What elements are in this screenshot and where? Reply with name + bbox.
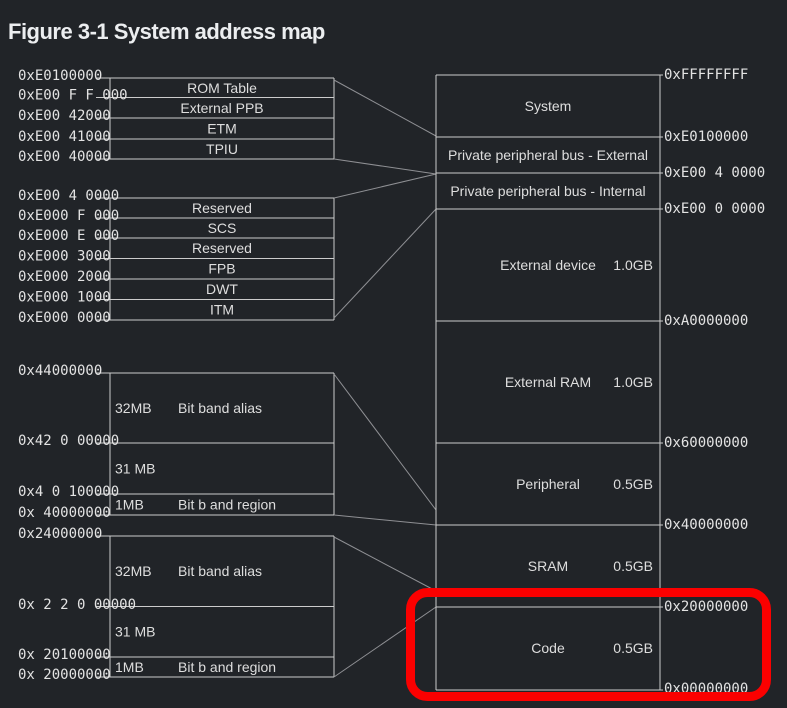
detail-row-label: ROM Table <box>187 80 257 96</box>
map-region-name: External RAM <box>505 374 591 390</box>
map-region-name: Private peripheral bus - External <box>448 147 648 163</box>
map-region-name: System <box>525 98 572 114</box>
address-label: 0x4 0 100000 <box>18 484 119 500</box>
detail-row-label: FPB <box>208 261 235 277</box>
address-label: 0x 2 2 0 00000 <box>18 597 136 613</box>
address-label: 0xE00 41000 <box>18 129 111 145</box>
region-size: 32MB <box>115 400 152 416</box>
region-label: Bit b and region <box>178 659 276 675</box>
address-label: 0x20000000 <box>664 599 748 615</box>
map-region-size: 0.5GB <box>613 558 653 574</box>
map-region-name: Code <box>531 640 565 656</box>
address-label: 0xE000 1000 <box>18 290 111 306</box>
region-size: 31 MB <box>115 461 155 477</box>
address-label: 0x60000000 <box>664 435 748 451</box>
address-label: 0x42 0 00000 <box>18 433 119 449</box>
address-label: 0xE00 42000 <box>18 108 111 124</box>
region-size: 31 MB <box>115 624 155 640</box>
detail-row-label: Reserved <box>192 200 252 216</box>
region-size: 32MB <box>115 563 152 579</box>
address-label: 0xA0000000 <box>664 313 748 329</box>
address-label: 0xE00 0 0000 <box>664 201 765 217</box>
address-label: 0xE00 4 0000 <box>664 165 765 181</box>
address-label: 0xE000 3000 <box>18 249 111 265</box>
address-label: 0xE00 F F 000 <box>18 88 128 104</box>
address-label: 0xE000 E 000 <box>18 228 119 244</box>
map-region-size: 0.5GB <box>613 476 653 492</box>
detail-row-label: ETM <box>207 121 237 137</box>
address-label: 0xE000 0000 <box>18 310 111 326</box>
map-region-name: SRAM <box>528 558 568 574</box>
region-size: 1MB <box>115 497 144 513</box>
map-region-size: 1.0GB <box>613 257 653 273</box>
map-region-size: 0.5GB <box>613 640 653 656</box>
address-label: 0x24000000 <box>18 526 102 542</box>
address-label: 0xE00 40000 <box>18 149 111 165</box>
detail-row-label: Reserved <box>192 240 252 256</box>
address-label: 0xE000 2000 <box>18 269 111 285</box>
address-label: 0x 20100000 <box>18 647 111 663</box>
figure-title: Figure 3-1 System address map <box>8 19 325 44</box>
map-region-name: Private peripheral bus - Internal <box>450 183 645 199</box>
region-label: Bit band alias <box>178 400 262 416</box>
detail-row-label: DWT <box>206 281 238 297</box>
address-label: 0x 40000000 <box>18 505 111 521</box>
detail-row-label: TPIU <box>206 141 238 157</box>
address-label: 0xE0100000 <box>18 68 102 84</box>
detail-row-label: SCS <box>208 220 237 236</box>
detail-row-label: External PPB <box>180 100 263 116</box>
address-label: 0x44000000 <box>18 363 102 379</box>
address-label: 0xE00 4 0000 <box>18 188 119 204</box>
map-region-name: External device <box>500 257 596 273</box>
region-size: 1MB <box>115 659 144 675</box>
address-label: 0xE000 F 000 <box>18 208 119 224</box>
region-label: Bit b and region <box>178 497 276 513</box>
map-region-name: Peripheral <box>516 476 580 492</box>
map-region-size: 1.0GB <box>613 374 653 390</box>
address-label: 0x 20000000 <box>18 667 111 683</box>
address-label: 0xE0100000 <box>664 129 748 145</box>
address-label: 0xFFFFFFFF <box>664 67 748 83</box>
region-label: Bit band alias <box>178 563 262 579</box>
address-label: 0x40000000 <box>664 517 748 533</box>
detail-row-label: ITM <box>210 302 234 318</box>
system-address-map-figure: Figure 3-1 System address map ROM Table … <box>0 0 787 708</box>
